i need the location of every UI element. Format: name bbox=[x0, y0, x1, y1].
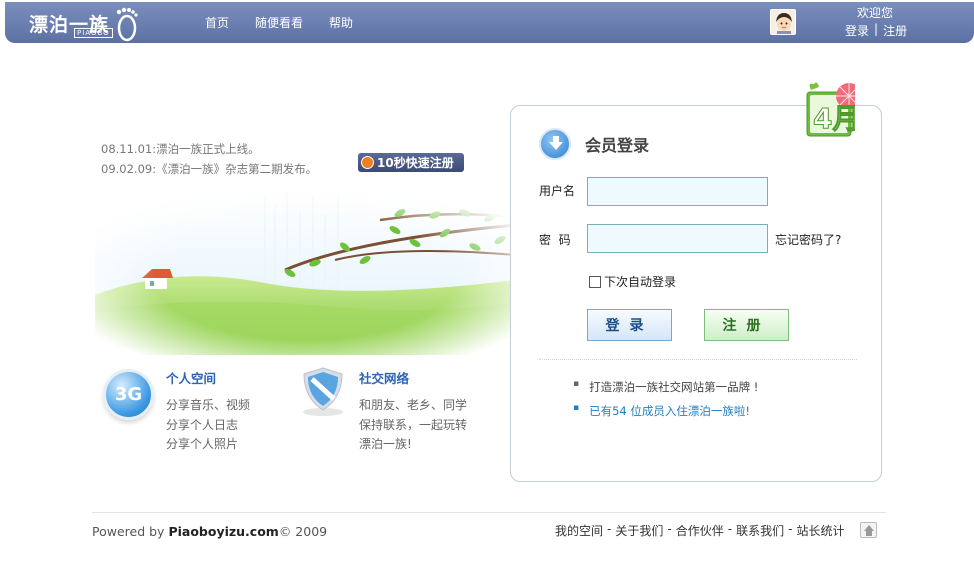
footer-links: 我的空间 - 关于我们 - 合作伙伴 - 联系我们 - 站长统计 bbox=[555, 522, 845, 539]
quick-register-label: 10秒快速注册 bbox=[377, 156, 454, 170]
password-input[interactable] bbox=[587, 224, 768, 253]
username-input[interactable] bbox=[587, 177, 768, 206]
link-separator: | bbox=[874, 22, 879, 36]
feature-line: 和朋友、老乡、同学 bbox=[359, 398, 468, 412]
header-register-link[interactable]: 注册 bbox=[883, 22, 907, 39]
footer-link-partners[interactable]: 合作伙伴 bbox=[676, 522, 724, 539]
tip-members: ▪ 已有54 位成员入住漂泊一族啦! bbox=[573, 403, 750, 419]
nav-browse[interactable]: 随便看看 bbox=[255, 14, 303, 31]
footer-link-about[interactable]: 关于我们 bbox=[615, 522, 663, 539]
username-label: 用户名 bbox=[539, 184, 576, 198]
feature-line: 分享音乐、视频 bbox=[166, 398, 251, 412]
tip-text[interactable]: 已有54 位成员入住漂泊一族啦! bbox=[589, 403, 750, 419]
footer-link-contact[interactable]: 联系我们 bbox=[736, 522, 784, 539]
tip-text: 打造漂泊一族社交网站第一品牌 ! bbox=[589, 380, 759, 394]
quick-register-button[interactable]: 10秒快速注册 bbox=[358, 153, 464, 172]
powered-by: Powered by Piaoboyizu.com© 2009 bbox=[92, 524, 327, 539]
main-nav: 首页 随便看看 帮助 bbox=[205, 14, 353, 31]
user-face-icon bbox=[771, 10, 795, 34]
login-button[interactable]: 登录 bbox=[587, 309, 672, 341]
login-title: 会员登录 bbox=[585, 136, 650, 155]
remember-me[interactable]: 下次自动登录 bbox=[589, 273, 676, 290]
news-item[interactable]: 09.02.09:《漂泊一族》杂志第二期发布。 bbox=[101, 159, 317, 179]
month-badge: 4月 bbox=[806, 82, 855, 137]
feature-social-network: 社交网络 和朋友、老乡、同学 保持联系，一起玩转 漂泊一族! bbox=[359, 368, 467, 455]
feature-line: 漂泊一族! bbox=[359, 437, 412, 451]
landscape-illustration bbox=[95, 185, 515, 355]
powered-site[interactable]: Piaoboyizu.com bbox=[168, 524, 278, 539]
3g-icon: 3G bbox=[103, 369, 154, 420]
tip-brand: ▪ 打造漂泊一族社交网站第一品牌 ! bbox=[573, 379, 758, 395]
divider bbox=[539, 359, 857, 360]
feature-line: 保持联系，一起玩转 bbox=[359, 417, 468, 432]
feature-line: 分享个人照片 bbox=[166, 437, 239, 451]
feature-line: 分享个人日志 bbox=[166, 417, 239, 432]
top-bar: 漂泊一族 PIAOBO 首页 随便看看 帮助 欢迎您 登录 | 注册 bbox=[5, 2, 974, 43]
bullet-icon: ▪ bbox=[573, 379, 580, 389]
user-links: 登录 | 注册 bbox=[845, 22, 907, 39]
login-panel: 会员登录 用户名 密 码 忘记密码了? 下次自动登录 登录 注册 ▪ 打造漂泊一… bbox=[510, 105, 882, 482]
logo-subtext: PIAOBO bbox=[74, 28, 113, 38]
forgot-password-link[interactable]: 忘记密码了? bbox=[775, 231, 841, 248]
feature-title[interactable]: 社交网络 bbox=[359, 368, 467, 387]
password-label: 密 码 bbox=[539, 233, 571, 247]
news-list: 08.11.01:漂泊一族正式上线。 09.02.09:《漂泊一族》杂志第二期发… bbox=[101, 139, 317, 179]
news-item[interactable]: 08.11.01:漂泊一族正式上线。 bbox=[101, 139, 317, 159]
powered-prefix: Powered by bbox=[92, 524, 169, 539]
remember-checkbox[interactable] bbox=[589, 275, 601, 288]
download-arrow-icon bbox=[539, 128, 571, 160]
shield-icon bbox=[303, 367, 343, 416]
footer-divider bbox=[92, 512, 886, 513]
footprint-icon bbox=[116, 7, 138, 42]
bullet-icon: ▪ bbox=[573, 403, 580, 413]
avatar[interactable] bbox=[770, 9, 796, 35]
nav-home[interactable]: 首页 bbox=[205, 14, 229, 31]
feature-title[interactable]: 个人空间 bbox=[166, 368, 250, 387]
home-icon[interactable] bbox=[860, 522, 877, 538]
month-badge-text: 4月 bbox=[813, 102, 855, 135]
footer-link-my-space[interactable]: 我的空间 bbox=[555, 522, 603, 539]
site-logo[interactable]: 漂泊一族 PIAOBO bbox=[29, 7, 138, 42]
register-button[interactable]: 注册 bbox=[704, 309, 789, 341]
powered-suffix: © 2009 bbox=[278, 524, 328, 539]
remember-label: 下次自动登录 bbox=[604, 275, 677, 289]
nav-help[interactable]: 帮助 bbox=[329, 14, 353, 31]
feature-personal-space: 个人空间 分享音乐、视频 分享个人日志 分享个人照片 bbox=[166, 368, 250, 455]
login-header: 会员登录 bbox=[539, 128, 649, 160]
header-login-link[interactable]: 登录 bbox=[845, 22, 869, 39]
arrow-circle-icon bbox=[361, 156, 374, 169]
welcome-text: 欢迎您 bbox=[857, 6, 894, 20]
footer-link-stats[interactable]: 站长统计 bbox=[796, 522, 844, 539]
